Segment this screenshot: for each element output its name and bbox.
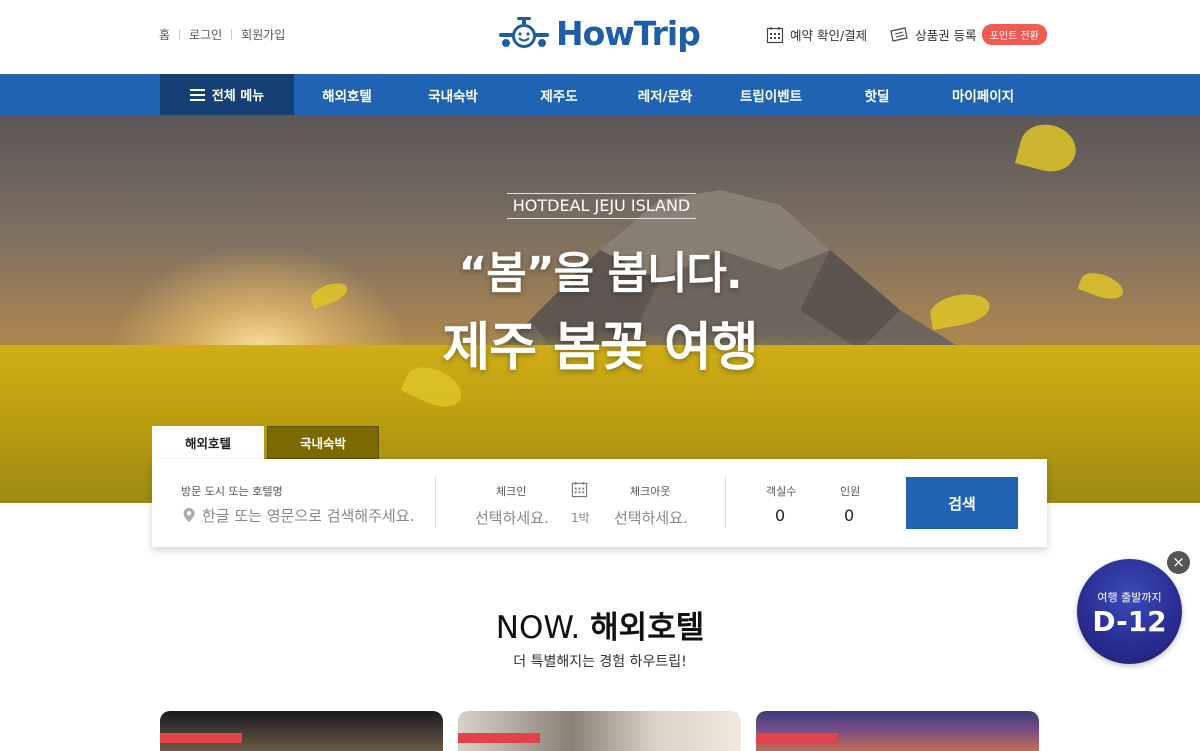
destination-label: 방문 도시 또는 호텔명: [181, 485, 283, 498]
search-panel: 방문 도시 또는 호텔명 한글 또는 영문으로 검색해주세요. 체크인 선택하세…: [152, 459, 1047, 547]
nav-item-jeju[interactable]: 제주도: [506, 74, 612, 115]
home-link[interactable]: 홈: [159, 26, 170, 43]
dday-widget[interactable]: 여행 출발까지 D-12: [1077, 559, 1182, 664]
destination-placeholder: 한글 또는 영문으로 검색해주세요.: [202, 506, 415, 525]
reservation-label: 예약 확인/결제: [790, 28, 868, 43]
nav-item-mypage[interactable]: 마이페이지: [930, 74, 1036, 115]
hero-tag: HOTDEAL JEJU ISLAND: [507, 193, 696, 219]
logo[interactable]: HowTrip: [498, 14, 701, 53]
card-tag: [160, 733, 242, 743]
tab-domestic-stay[interactable]: 국내숙박: [267, 426, 379, 459]
calendar-icon[interactable]: [571, 481, 588, 498]
nav-item-overseas-hotel[interactable]: 해외호텔: [294, 74, 400, 115]
divider: [179, 29, 181, 40]
card-tag: [756, 733, 838, 743]
checkin-field[interactable]: 선택하세요.: [475, 507, 549, 528]
rooms-label: 객실수: [766, 485, 797, 498]
divider: [725, 476, 726, 528]
point-convert-badge[interactable]: 포인트 전환: [981, 24, 1047, 45]
section-subtitle: 더 특별해지는 경험 하우트립!: [513, 654, 687, 670]
section-title-prefix: NOW.: [495, 610, 581, 646]
dday-label: 여행 출발까지: [1097, 591, 1162, 604]
logo-mascot-icon: [499, 16, 549, 48]
ticket-icon: [890, 26, 908, 42]
dday-value: D-12: [1092, 605, 1167, 638]
section-title: NOW. 해외호텔: [0, 602, 1200, 647]
calendar-icon: [766, 26, 784, 43]
divider: [231, 29, 233, 40]
guests-field[interactable]: 0: [844, 506, 854, 525]
main-nav: 전체 메뉴 해외호텔 국내숙박 제주도 레저/문화 트립이벤트 핫딜 마이페이지: [0, 74, 1200, 115]
all-menu-label: 전체 메뉴: [211, 89, 265, 104]
guests-label: 인원: [840, 485, 861, 498]
petal-decoration: [1015, 118, 1081, 178]
util-links: 홈 로그인 회원가입: [159, 26, 285, 43]
all-menu-button[interactable]: 전체 메뉴: [160, 74, 294, 115]
section-title-main: 해외호텔: [590, 610, 705, 646]
nav-item-leisure[interactable]: 레저/문화: [612, 74, 718, 115]
hero-headline: “봄”을 봅니다.: [458, 248, 742, 299]
destination-input[interactable]: 한글 또는 영문으로 검색해주세요.: [182, 503, 432, 527]
hamburger-icon: [189, 88, 205, 101]
reservation-link[interactable]: 예약 확인/결제: [766, 25, 867, 44]
card-tag: [458, 733, 540, 743]
util-right: 예약 확인/결제 상품권 등록 포인트 전환: [766, 24, 1047, 45]
signup-link[interactable]: 회원가입: [241, 26, 285, 43]
hotel-card[interactable]: [458, 711, 741, 751]
nav-items: 해외호텔 국내숙박 제주도 레저/문화 트립이벤트 핫딜 마이페이지: [294, 74, 1036, 115]
close-icon[interactable]: ×: [1167, 551, 1190, 574]
hotel-card[interactable]: [160, 711, 443, 751]
logo-text: HowTrip: [556, 14, 701, 53]
checkout-field[interactable]: 선택하세요.: [614, 507, 688, 528]
search-button[interactable]: 검색: [906, 477, 1018, 529]
hero-subheadline: 제주 봄꽃 여행: [442, 318, 758, 378]
login-link[interactable]: 로그인: [189, 26, 222, 43]
rooms-field[interactable]: 0: [775, 506, 785, 525]
map-pin-icon: [183, 508, 195, 522]
nav-item-hotdeal[interactable]: 핫딜: [824, 74, 930, 115]
voucher-label: 상품권 등록: [915, 28, 977, 43]
top-header: 홈 로그인 회원가입 HowTrip 예약 확인/결제 상품권 등록 포인트 전…: [0, 0, 1200, 74]
checkout-label: 체크아웃: [630, 485, 671, 498]
nav-item-domestic-stay[interactable]: 국내숙박: [400, 74, 506, 115]
divider: [435, 476, 436, 528]
nav-item-trip-event[interactable]: 트립이벤트: [718, 74, 824, 115]
tab-overseas-hotel[interactable]: 해외호텔: [152, 426, 264, 459]
nights-count: 1박: [571, 511, 590, 525]
checkin-label: 체크인: [496, 485, 527, 498]
hotel-card[interactable]: [756, 711, 1039, 751]
voucher-link[interactable]: 상품권 등록 포인트 전환: [889, 24, 1047, 45]
